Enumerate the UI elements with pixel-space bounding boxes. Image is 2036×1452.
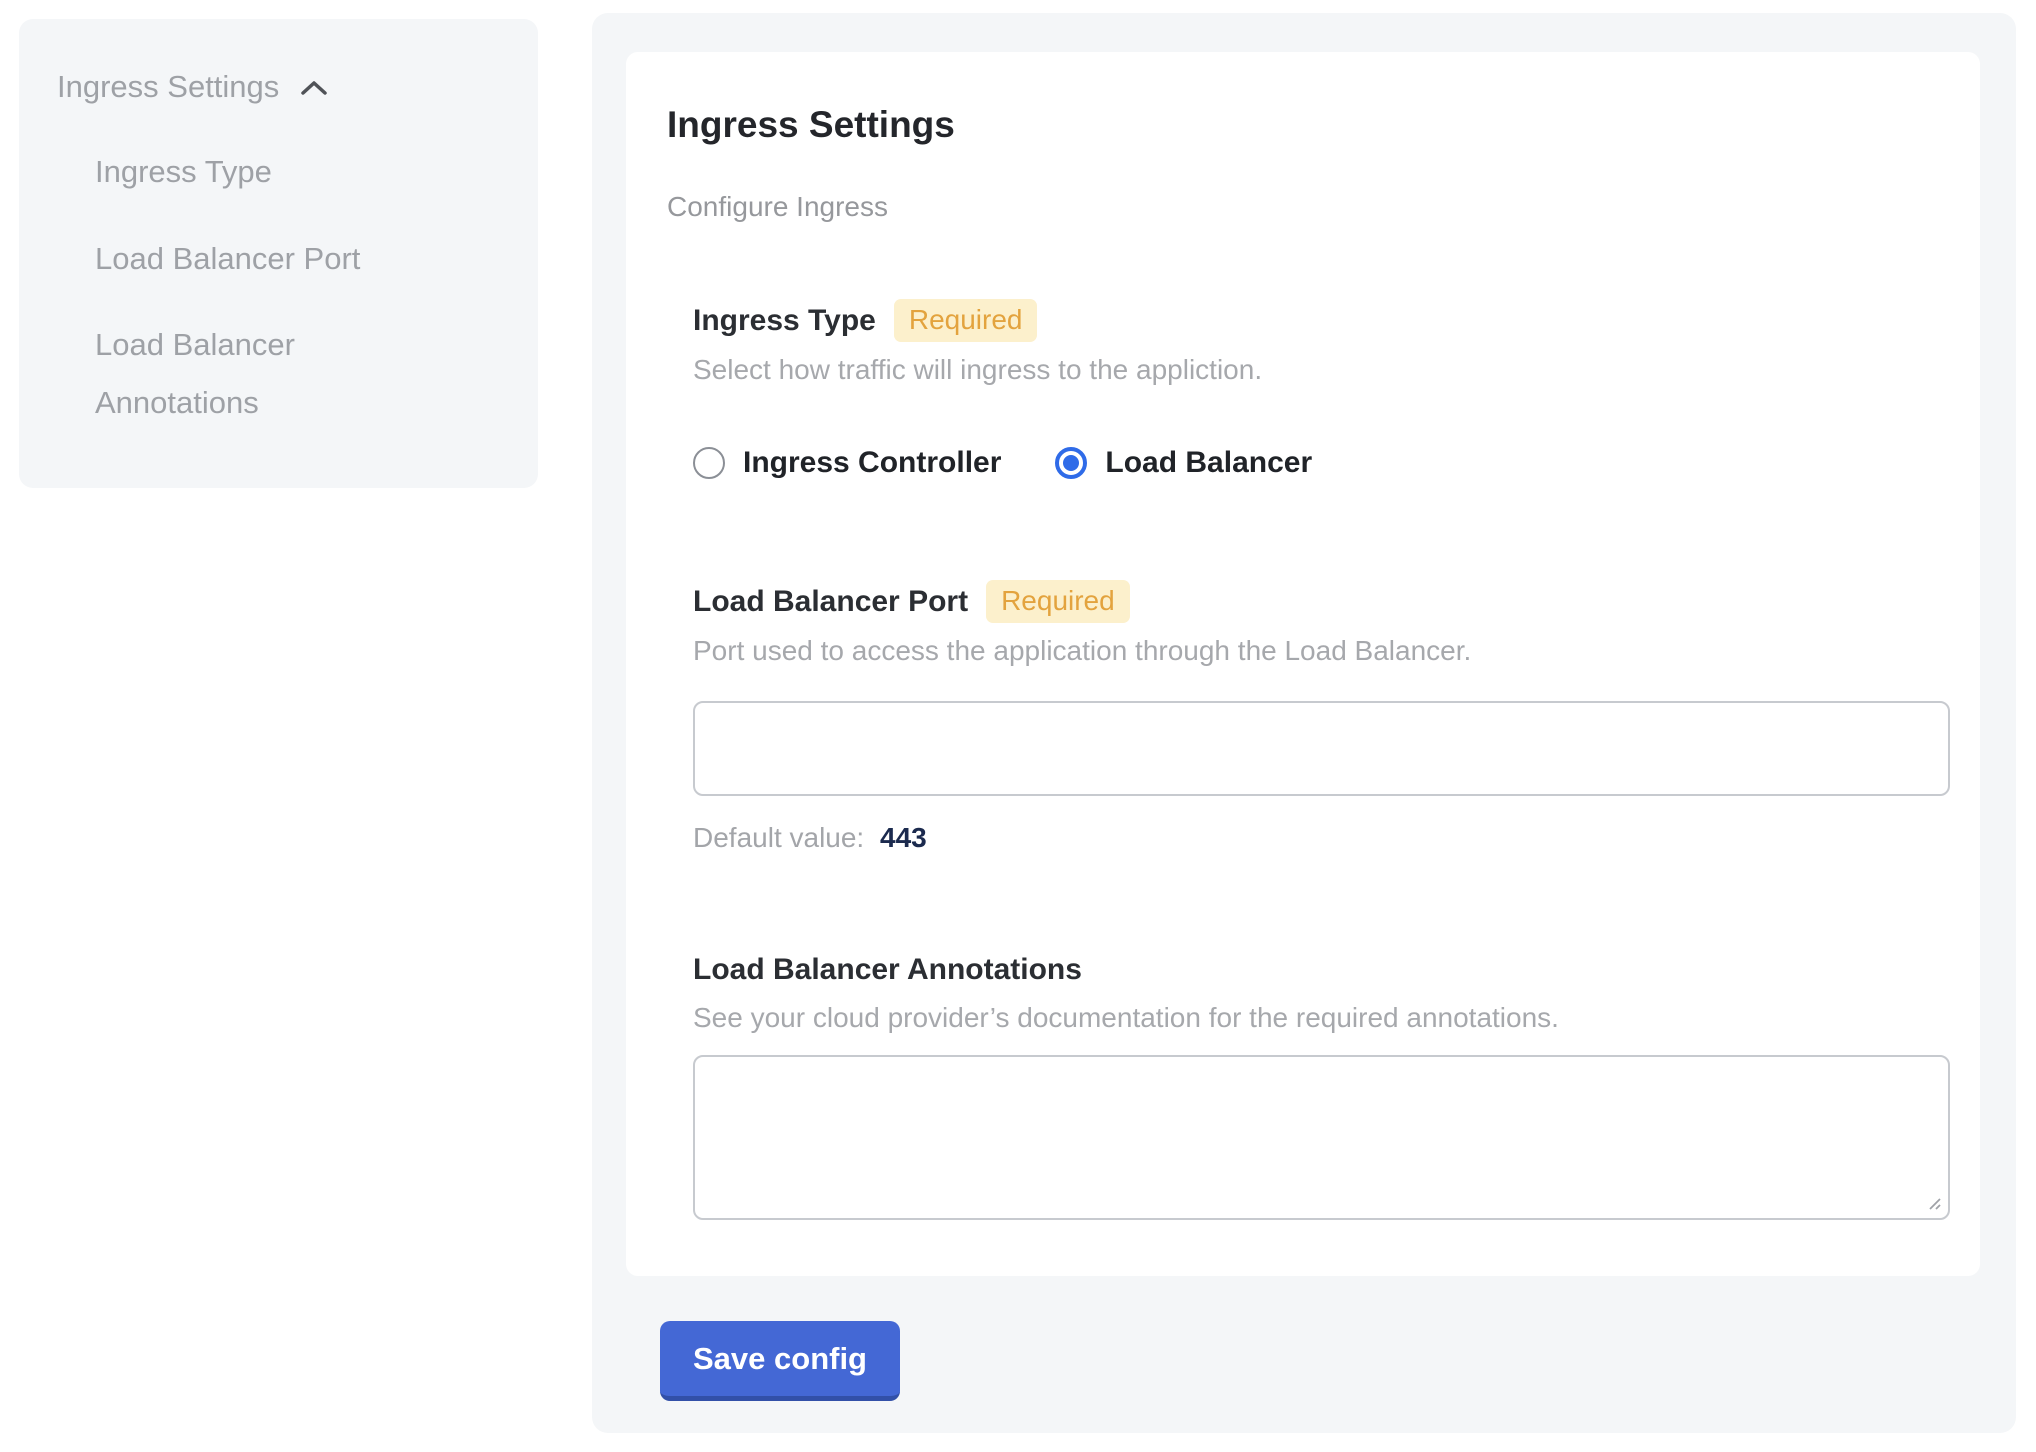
chevron-up-icon <box>299 71 329 105</box>
field-desc-load-balancer-port: Port used to access the application thro… <box>693 635 1950 667</box>
field-desc-load-balancer-annotations: See your cloud provider’s documentation … <box>693 1002 1950 1034</box>
radio-load-balancer[interactable]: Load Balancer <box>1055 446 1312 480</box>
annotations-textarea-wrap <box>693 1055 1950 1220</box>
field-ingress-type: Ingress Type Required Select how traffic… <box>693 299 1950 480</box>
field-load-balancer-port: Load Balancer Port Required Port used to… <box>693 580 1950 854</box>
sidebar-item-load-balancer-port[interactable]: Load Balancer Port <box>95 242 510 276</box>
sidebar-group-label: Ingress Settings <box>57 70 279 104</box>
field-label-load-balancer-annotations: Load Balancer Annotations <box>693 950 1082 990</box>
sidebar-item-load-balancer-annotations[interactable]: Load Balancer Annotations <box>95 316 345 432</box>
save-config-button[interactable]: Save config <box>660 1321 900 1401</box>
load-balancer-annotations-textarea[interactable] <box>693 1055 1950 1220</box>
radio-ingress-controller[interactable]: Ingress Controller <box>693 446 1001 480</box>
config-card: Ingress Settings Configure Ingress Ingre… <box>626 52 1980 1276</box>
field-load-balancer-annotations: Load Balancer Annotations See your cloud… <box>693 950 1950 1220</box>
radio-label-load-balancer: Load Balancer <box>1105 446 1312 480</box>
default-value: 443 <box>880 822 927 853</box>
field-desc-ingress-type: Select how traffic will ingress to the a… <box>693 354 1950 386</box>
sidebar-item-ingress-type[interactable]: Ingress Type <box>95 155 510 189</box>
load-balancer-port-input[interactable] <box>693 701 1950 796</box>
sidebar-group-ingress-settings[interactable]: Ingress Settings <box>57 69 510 105</box>
config-panel: Ingress Settings Configure Ingress Ingre… <box>592 13 2016 1433</box>
radio-selected-icon <box>1055 447 1087 479</box>
field-label-ingress-type: Ingress Type <box>693 301 876 341</box>
field-lb-port-head: Load Balancer Port Required <box>693 580 1950 623</box>
radio-label-ingress-controller: Ingress Controller <box>743 446 1001 480</box>
field-ingress-type-head: Ingress Type Required <box>693 299 1950 342</box>
page: Ingress Settings Ingress Type Load Balan… <box>0 0 2036 1452</box>
radio-unselected-icon <box>693 447 725 479</box>
page-subtitle: Configure Ingress <box>667 191 1950 223</box>
ingress-type-radio-group: Ingress Controller Load Balancer <box>693 446 1950 480</box>
required-badge: Required <box>894 299 1038 342</box>
page-title: Ingress Settings <box>667 104 1950 145</box>
resize-handle-icon[interactable] <box>1925 1194 1943 1212</box>
config-nav-sidebar: Ingress Settings Ingress Type Load Balan… <box>19 19 538 488</box>
default-value-label: Default value: <box>693 822 864 853</box>
field-label-load-balancer-port: Load Balancer Port <box>693 582 968 622</box>
sidebar-item-list: Ingress Type Load Balancer Port Load Bal… <box>95 155 510 420</box>
default-value-hint: Default value: 443 <box>693 822 1950 854</box>
field-lb-annotations-head: Load Balancer Annotations <box>693 950 1950 990</box>
required-badge: Required <box>986 580 1130 623</box>
